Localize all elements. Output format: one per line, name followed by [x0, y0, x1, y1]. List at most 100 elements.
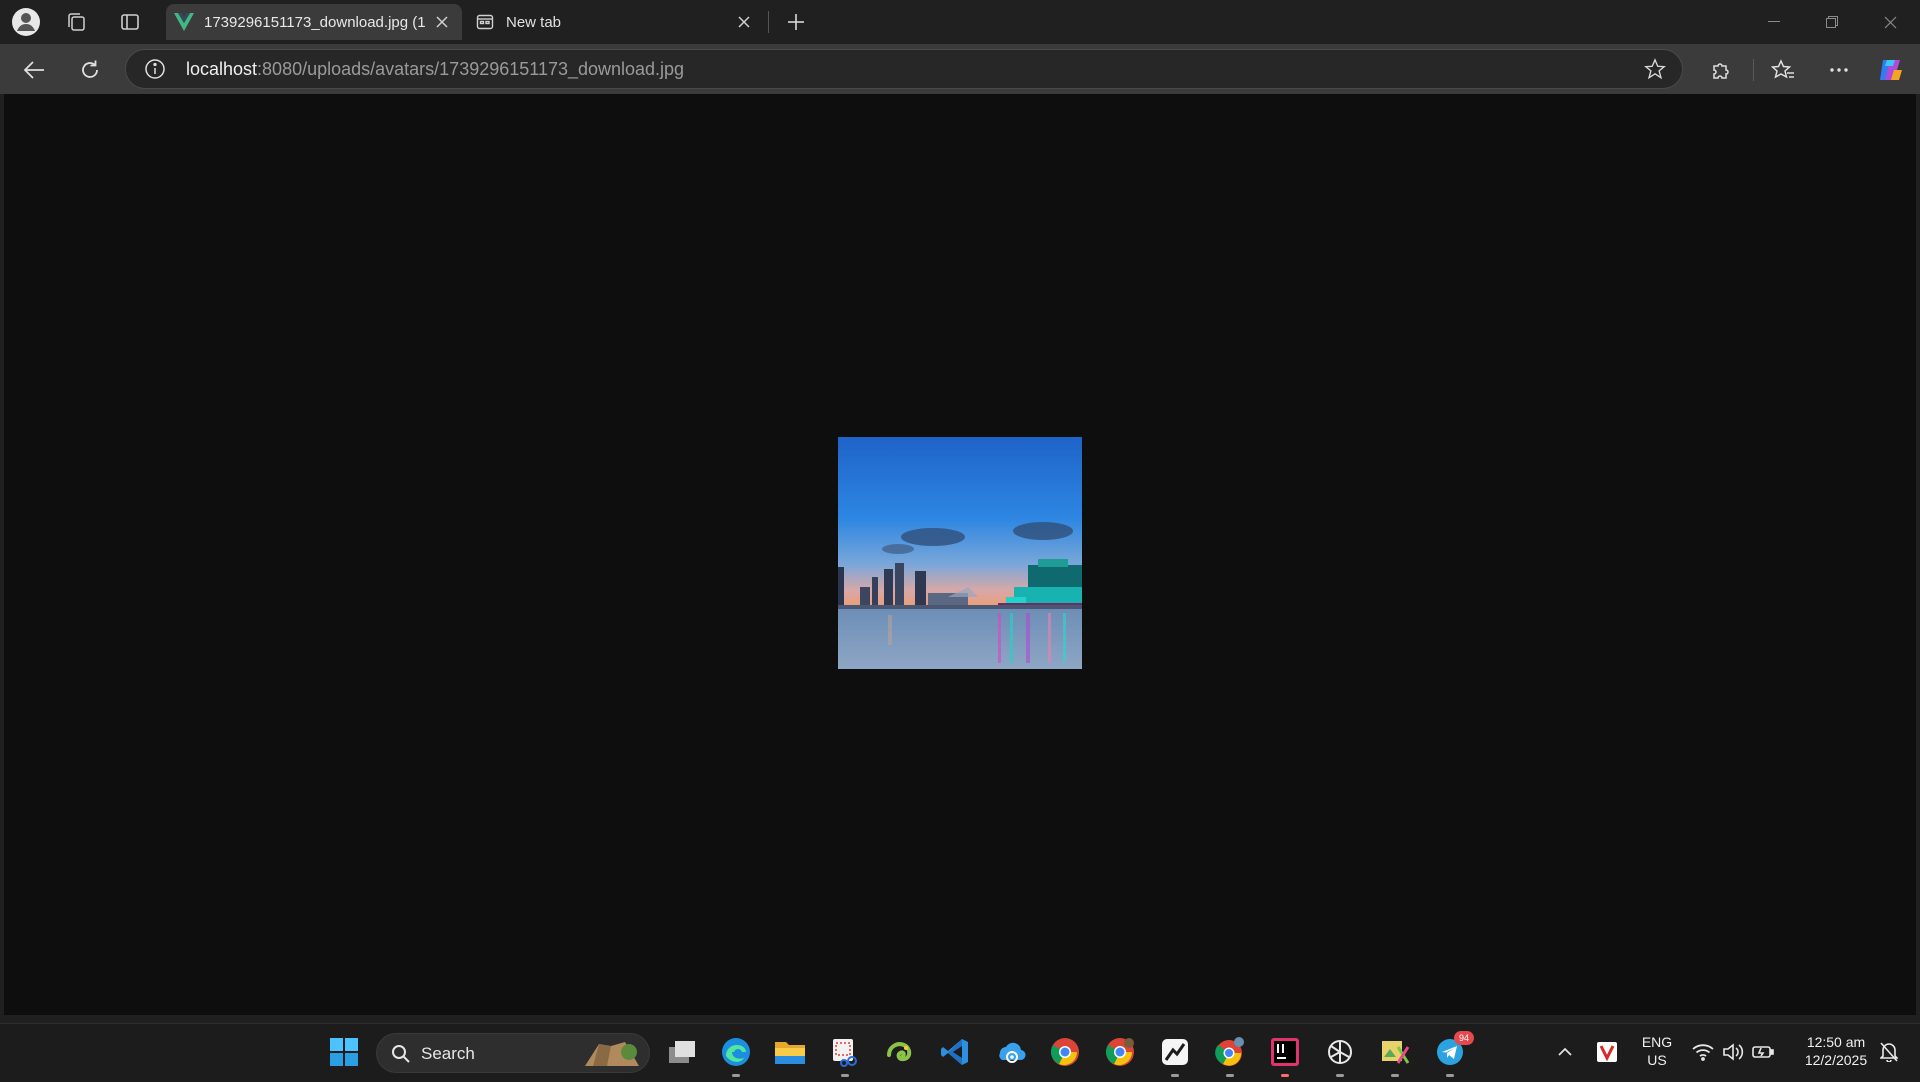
chrome-icon — [1050, 1038, 1079, 1066]
favorite-star-icon[interactable] — [1644, 58, 1666, 80]
telegram-unread-badge: 94 — [1454, 1031, 1474, 1045]
chameleon-icon — [887, 1042, 912, 1062]
running-indicator — [1171, 1074, 1179, 1077]
running-indicator — [732, 1074, 740, 1077]
minimize-icon — [1768, 21, 1780, 22]
favorites-button[interactable] — [1766, 53, 1800, 87]
chrome-dev-icon — [1105, 1038, 1134, 1066]
taskbar-chrome-dev[interactable] — [1102, 1034, 1138, 1070]
city-night-photo — [838, 437, 1082, 669]
tab-image[interactable]: 1739296151173_download.jpg (1 — [166, 4, 462, 40]
close-icon — [436, 16, 448, 28]
quick-settings-button[interactable] — [1688, 1034, 1778, 1070]
clock-time: 12:50 am — [1806, 1034, 1866, 1050]
tab-separator — [768, 11, 769, 33]
tab-close-button[interactable] — [432, 12, 452, 32]
clock[interactable]: 12:50 am 12/2/2025 — [1788, 1033, 1884, 1069]
restore-icon — [1826, 16, 1838, 28]
running-indicator — [841, 1074, 849, 1077]
copilot-button[interactable] — [1874, 53, 1908, 87]
new-tab-button[interactable] — [780, 6, 812, 38]
taskbar: Search 94 ENG US 12:50 am 12/2/2025 — [0, 1023, 1920, 1082]
vscode-icon — [941, 1039, 968, 1065]
vue-favicon — [174, 13, 194, 31]
running-indicator — [1226, 1074, 1234, 1077]
taskbar-chatgpt[interactable] — [1322, 1034, 1358, 1077]
back-button[interactable] — [17, 53, 51, 87]
chrome-profile-icon — [1215, 1037, 1244, 1066]
url-host: localhost — [186, 59, 258, 79]
search-label: Search — [421, 1044, 475, 1063]
taskbar-edge[interactable] — [718, 1034, 754, 1077]
running-indicator — [1281, 1074, 1289, 1077]
info-icon[interactable] — [144, 58, 166, 80]
extensions-icon — [1713, 63, 1729, 79]
trading-app-icon — [1162, 1039, 1188, 1065]
close-window-button[interactable] — [1861, 0, 1919, 44]
vertical-tabs-button[interactable] — [114, 6, 146, 38]
toolbar-separator — [1753, 59, 1754, 81]
toolbar: localhost:8080/uploads/avatars/173929615… — [0, 44, 1920, 94]
taskbar-intellij[interactable] — [1267, 1034, 1303, 1077]
notifications-icon — [1880, 1042, 1898, 1062]
restore-button[interactable] — [1803, 0, 1861, 44]
taskbar-snipping-tool[interactable] — [827, 1034, 863, 1077]
language-indicator[interactable]: ENG US — [1634, 1033, 1680, 1069]
address-bar[interactable]: localhost:8080/uploads/avatars/173929615… — [125, 49, 1683, 89]
language-code: ENG — [1641, 1034, 1673, 1050]
running-indicator — [1336, 1074, 1344, 1077]
extensions-button[interactable] — [1704, 53, 1738, 87]
notifications-button[interactable] — [1876, 1034, 1902, 1070]
taskbar-trading-app[interactable] — [1157, 1034, 1193, 1077]
tab-title: 1739296151173_download.jpg (1 — [204, 13, 426, 31]
workspaces-button[interactable] — [60, 6, 92, 38]
taskbar-chrome[interactable] — [1047, 1034, 1083, 1070]
volume-icon — [1723, 1043, 1744, 1061]
tab-strip: 1739296151173_download.jpg (1 New tab — [0, 0, 1920, 44]
running-indicator — [1391, 1074, 1399, 1077]
browser-window: 1739296151173_download.jpg (1 New tab lo… — [0, 0, 1920, 1082]
profile-button[interactable] — [10, 6, 42, 38]
vivaldi-icon — [1597, 1042, 1617, 1062]
chatgpt-icon — [1328, 1040, 1352, 1064]
image-editor-icon — [1382, 1041, 1410, 1064]
url-path: :8080/uploads/avatars/1739296151173_down… — [257, 59, 685, 79]
windows-start-icon — [330, 1038, 358, 1066]
refresh-button[interactable] — [73, 53, 107, 87]
back-icon — [23, 61, 44, 79]
minimize-button[interactable] — [1745, 0, 1803, 44]
search-icon — [392, 1045, 410, 1063]
tab-title: New tab — [506, 13, 562, 31]
close-icon — [738, 16, 750, 28]
azure-data-studio-icon — [999, 1042, 1026, 1063]
avatar-image — [838, 437, 1082, 669]
workspaces-icon — [68, 13, 85, 31]
taskbar-vscode[interactable] — [937, 1034, 973, 1070]
taskbar-azure-data-studio[interactable] — [992, 1034, 1028, 1070]
chevron-up-icon — [1558, 1047, 1572, 1056]
profile-icon — [12, 8, 40, 36]
start-button[interactable] — [326, 1034, 362, 1070]
taskbar-file-explorer[interactable] — [772, 1034, 808, 1070]
taskbar-telegram[interactable]: 94 — [1432, 1031, 1474, 1077]
taskbar-chameleon[interactable] — [882, 1034, 918, 1070]
task-view-button[interactable] — [664, 1034, 700, 1070]
tray-vivaldi[interactable] — [1592, 1034, 1622, 1070]
vertical-tabs-icon — [121, 14, 139, 30]
close-icon — [1884, 16, 1896, 28]
url-text[interactable]: localhost:8080/uploads/avatars/173929615… — [186, 59, 684, 80]
tab-new-tab[interactable]: New tab — [466, 4, 764, 40]
taskbar-image-editor[interactable] — [1377, 1034, 1413, 1077]
tab-close-button[interactable] — [734, 12, 754, 32]
page-viewport — [4, 94, 1916, 1015]
task-view-icon — [669, 1041, 695, 1063]
search-highlight-image — [585, 1042, 639, 1066]
wifi-icon — [1692, 1044, 1714, 1061]
more-button[interactable] — [1822, 53, 1856, 87]
running-indicator — [1446, 1074, 1454, 1077]
edge-icon — [722, 1038, 750, 1066]
battery-icon — [1752, 1046, 1774, 1058]
show-hidden-icons-button[interactable] — [1552, 1034, 1578, 1070]
taskbar-search-box[interactable]: Search — [376, 1033, 650, 1073]
taskbar-chrome-profile[interactable] — [1212, 1034, 1248, 1077]
